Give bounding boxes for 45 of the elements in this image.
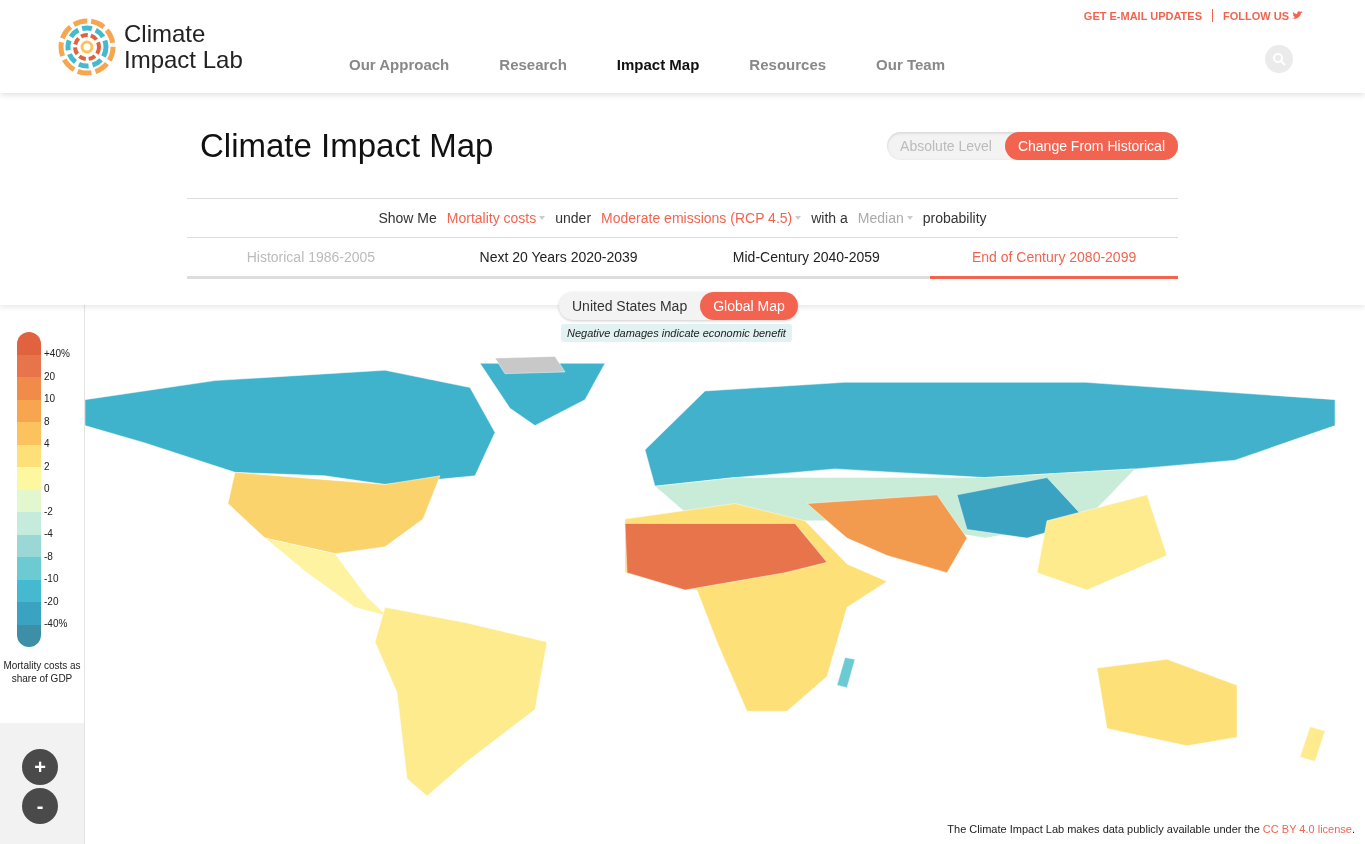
map-toggle[interactable]: Global Map [700,292,798,320]
query-text: Show Me [378,210,437,226]
bird-icon [1292,11,1303,20]
query-dropdown[interactable]: Moderate emissions (RCP 4.5) [601,210,802,226]
period-tab[interactable]: Mid-Century 2040-2059 [682,238,931,279]
nav-link[interactable]: Our Approach [324,50,475,78]
scale-label: 2 [44,459,51,474]
caret-icon [539,216,546,220]
nav-link[interactable]: Impact Map [591,50,725,78]
scale-label: -20 [44,594,60,609]
map-toggle[interactable]: United States Map [559,292,701,320]
scale-label: 4 [44,437,51,451]
license-link[interactable]: CC BY 4.0 license [1262,823,1352,835]
scale-label: -2 [44,504,54,519]
scale-label: -4 [44,527,54,541]
scale-label: -8 [44,549,54,564]
legend-title: Mortality costs as share of GDP [2,659,82,685]
zoom-out-button[interactable]: - [22,788,58,824]
scale-label: 20 [44,369,57,384]
query-text: probability [922,210,987,226]
nav-link[interactable]: Our Team [851,50,970,78]
scale-label: -40% [44,617,69,631]
period-tab[interactable]: Next 20 Years 2020-2039 [434,238,683,279]
email-updates-link[interactable]: GET E-MAIL UPDATES [1083,9,1202,22]
scale-label: 8 [44,414,51,429]
license-note: The Climate Impact Lab makes data publicly available under the CC BY 4.0 license. [947,823,1355,835]
follow-link[interactable]: FOLLOW US [1223,9,1303,22]
scale-label: 0 [44,482,51,496]
view-toggle[interactable]: Change From Historical [1004,131,1178,160]
zoom-in-button[interactable]: + [22,749,58,785]
caret-icon [906,216,913,220]
logo-text[interactable]: Climate Impact Lab [124,21,264,73]
query-text: under [555,210,592,226]
nav-link[interactable]: Resources [724,50,852,78]
scale-label: +40% [44,347,70,361]
caret-icon [795,216,802,220]
query-text: with a [811,210,848,226]
page-title: Climate Impact Map [200,126,494,165]
logo-icon [58,18,116,76]
nav-link[interactable]: Research [474,50,592,78]
scale-label: -10 [44,572,60,586]
map-note: Negative damages indicate economic benefit [561,324,792,342]
scale-label: 10 [44,392,57,406]
query-dropdown[interactable]: Mortality costs [446,210,546,226]
period-tab[interactable]: End of Century 2080-2099 [930,238,1178,279]
